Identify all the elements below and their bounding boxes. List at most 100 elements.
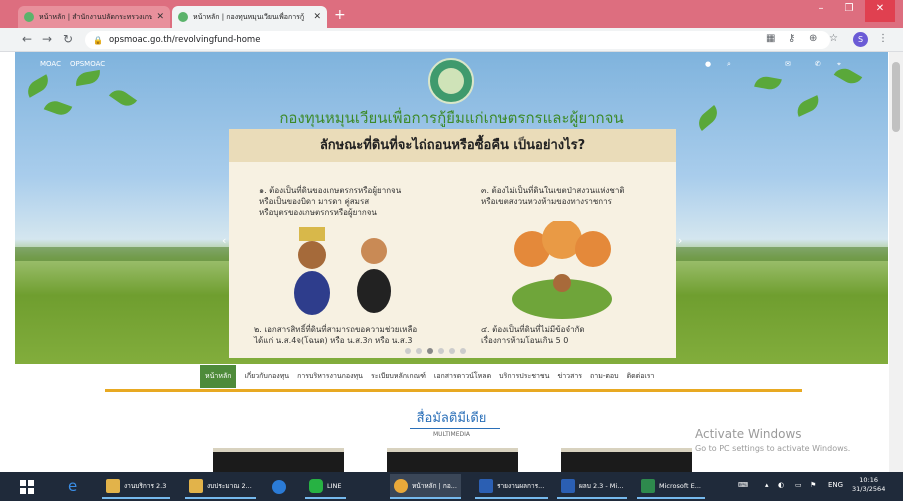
taskbar-item-chrome[interactable]: หน้าหลัก | กอ... — [390, 474, 461, 499]
heading-underline — [410, 428, 500, 429]
slide-item-3: ๓. ต้องไม่เป็นที่ดินในเขตป่าสงวนแห่งชาติ… — [481, 186, 625, 206]
taskbar-item-line[interactable]: LINE — [305, 474, 346, 499]
slider-dot[interactable] — [438, 348, 444, 354]
taskbar-item-word-1[interactable]: รายงานผลการ... — [475, 474, 549, 499]
video-thumbnail[interactable] — [561, 448, 692, 472]
slider-dot[interactable] — [416, 348, 422, 354]
qr-code-icon[interactable]: ▦ — [766, 33, 775, 44]
nav-news[interactable]: ข่าวสาร — [557, 371, 582, 382]
reload-icon[interactable]: ↻ — [63, 32, 73, 46]
word-icon — [561, 478, 575, 493]
activate-windows-title: Activate Windows — [695, 427, 802, 441]
key-icon[interactable]: ⚷ — [788, 33, 795, 44]
farmer-characters-illustration — [294, 227, 391, 315]
top-link-opsmoac[interactable]: OPSMOAC — [70, 60, 105, 68]
phone-icon[interactable]: ✆ — [815, 60, 821, 68]
folder-icon — [189, 478, 203, 493]
scrollbar-thumb[interactable] — [892, 62, 900, 132]
nav-downloads[interactable]: เอกสารดาวน์โหลด — [434, 371, 491, 382]
slider-dot-active[interactable] — [427, 348, 433, 354]
windows-taskbar: e งานบริการ 2.3 งบประมาณ 2... LINE หน้าห… — [0, 472, 903, 501]
nav-contact[interactable]: ติดต่อเรา — [627, 371, 655, 382]
taskbar-clock[interactable]: 10:16 31/3/2564 — [852, 476, 885, 494]
farmer2-face-icon — [361, 238, 387, 264]
keyboard-icon[interactable]: ⌨ — [738, 481, 748, 489]
tab-title: หน้าหลัก | กองทุนหมุนเวียนเพื่อการกู้ — [193, 12, 305, 21]
mail-icon[interactable]: ✉ — [785, 60, 791, 68]
slider-dot[interactable] — [460, 348, 466, 354]
screen: หน้าหลัก | สำนักงานปลัดกระทรวงเกษ ✕ หน้า… — [0, 0, 903, 501]
user-icon[interactable]: ● — [705, 60, 711, 68]
leaf-decoration — [23, 74, 53, 98]
taskbar-item-word-2[interactable]: ผลบ 2.3 - Mi... — [557, 474, 628, 499]
edge-icon — [272, 479, 286, 494]
new-tab-button[interactable]: + — [334, 7, 346, 23]
menu-kebab-icon[interactable]: ⋮ — [878, 33, 888, 44]
nav-about[interactable]: เกี่ยวกับกองทุน — [244, 371, 289, 382]
tab-close-icon[interactable]: ✕ — [313, 12, 321, 22]
profile-avatar[interactable]: S — [853, 32, 868, 47]
nav-management[interactable]: การบริหารงานกองทุน — [297, 371, 363, 382]
forest-bear-illustration — [512, 221, 612, 319]
taskbar-label: งานบริการ 2.3 — [124, 481, 167, 490]
taskbar-label: รายงานผลการ... — [497, 481, 545, 490]
address-bar[interactable]: 🔒 opsmoac.go.th/revolvingfund-home — [85, 31, 830, 49]
slider-dot[interactable] — [405, 348, 411, 354]
slide-item-4: ๔. ต้องเป็นที่ดินที่ไม่มีข้อจำกัด เรื่อง… — [481, 325, 585, 345]
leaf-decoration — [754, 74, 782, 92]
slider-dot[interactable] — [449, 348, 455, 354]
internet-explorer-icon[interactable]: e — [68, 477, 77, 495]
slide-heading: ลักษณะที่ดินที่จะไถ่ถอนหรือซื้อคืน เป็นอ… — [229, 129, 676, 162]
close-window-button[interactable]: ✕ — [865, 0, 895, 22]
site-favicon-icon — [178, 12, 188, 22]
search-icon[interactable]: ⌕ — [727, 60, 731, 69]
slider-prev-icon[interactable]: ‹ — [222, 234, 226, 247]
bookmark-star-icon[interactable]: ☆ — [829, 33, 838, 44]
browser-tab-revolvingfund[interactable]: หน้าหลัก | กองทุนหมุนเวียนเพื่อการกู้ ✕ — [172, 6, 327, 28]
slider-next-icon[interactable]: › — [678, 234, 682, 247]
fund-logo[interactable] — [428, 58, 474, 104]
slide-item-2: ๒. เอกสารสิทธิ์ที่ดินที่สามารถขอความช่วย… — [254, 325, 418, 345]
clock-time: 10:16 — [859, 476, 879, 484]
video-thumbnail[interactable] — [387, 448, 518, 472]
lock-icon: 🔒 — [93, 35, 103, 45]
multimedia-heading: สื่อมัลติมีเดีย — [416, 411, 487, 426]
line-icon — [309, 478, 323, 493]
taskbar-item-folder-2[interactable]: งบประมาณ 2... — [185, 474, 256, 499]
straw-hat-icon — [299, 227, 325, 241]
browser-tab-ops[interactable]: หน้าหลัก | สำนักงานปลัดกระทรวงเกษ ✕ — [18, 6, 170, 28]
location-icon[interactable]: ⌖ — [837, 60, 841, 69]
battery-icon[interactable]: ▭ — [795, 481, 802, 489]
network-icon[interactable]: ◐ — [778, 481, 784, 489]
nav-home[interactable]: หน้าหลัก — [200, 365, 237, 388]
top-link-moac[interactable]: MOAC — [40, 60, 61, 68]
chrome-icon — [394, 478, 408, 493]
zoom-icon[interactable]: ⊕ — [809, 33, 817, 44]
back-arrow-icon[interactable]: ← — [22, 32, 32, 46]
site-favicon-icon — [24, 12, 34, 22]
maximize-button[interactable]: ❐ — [836, 0, 862, 22]
excel-icon — [641, 478, 655, 493]
forward-arrow-icon[interactable]: → — [42, 32, 52, 46]
banner-slide[interactable]: ลักษณะที่ดินที่จะไถ่ถอนหรือซื้อคืน เป็นอ… — [229, 129, 676, 358]
tray-chevron-icon[interactable]: ▴ — [765, 481, 769, 489]
language-indicator[interactable]: ENG — [828, 481, 843, 489]
url-text: opsmoac.go.th/revolvingfund-home — [108, 35, 261, 45]
windows-start-icon[interactable] — [20, 480, 34, 494]
taskbar-label: หน้าหลัก | กอ... — [412, 481, 457, 490]
activate-windows-text: Go to PC settings to activate Windows. — [695, 444, 851, 453]
nav-regulations[interactable]: ระเบียบหลักเกณฑ์ — [371, 371, 426, 382]
nav-services[interactable]: บริการประชาชน — [499, 371, 549, 382]
minimize-button[interactable]: – — [808, 0, 834, 22]
slider-dots — [405, 348, 466, 354]
taskbar-item-excel[interactable]: Microsoft E... — [637, 474, 705, 499]
nav-faq[interactable]: ถาม-ตอบ — [590, 371, 619, 382]
clock-date: 31/3/2564 — [852, 485, 886, 493]
taskbar-label: Microsoft E... — [659, 481, 701, 490]
taskbar-item-edge[interactable] — [268, 474, 290, 499]
video-thumbnail[interactable] — [213, 448, 344, 472]
flag-icon[interactable]: ⚑ — [810, 481, 816, 489]
leaf-decoration — [74, 69, 102, 87]
taskbar-item-folder-1[interactable]: งานบริการ 2.3 — [102, 474, 171, 499]
tab-close-icon[interactable]: ✕ — [156, 12, 164, 22]
